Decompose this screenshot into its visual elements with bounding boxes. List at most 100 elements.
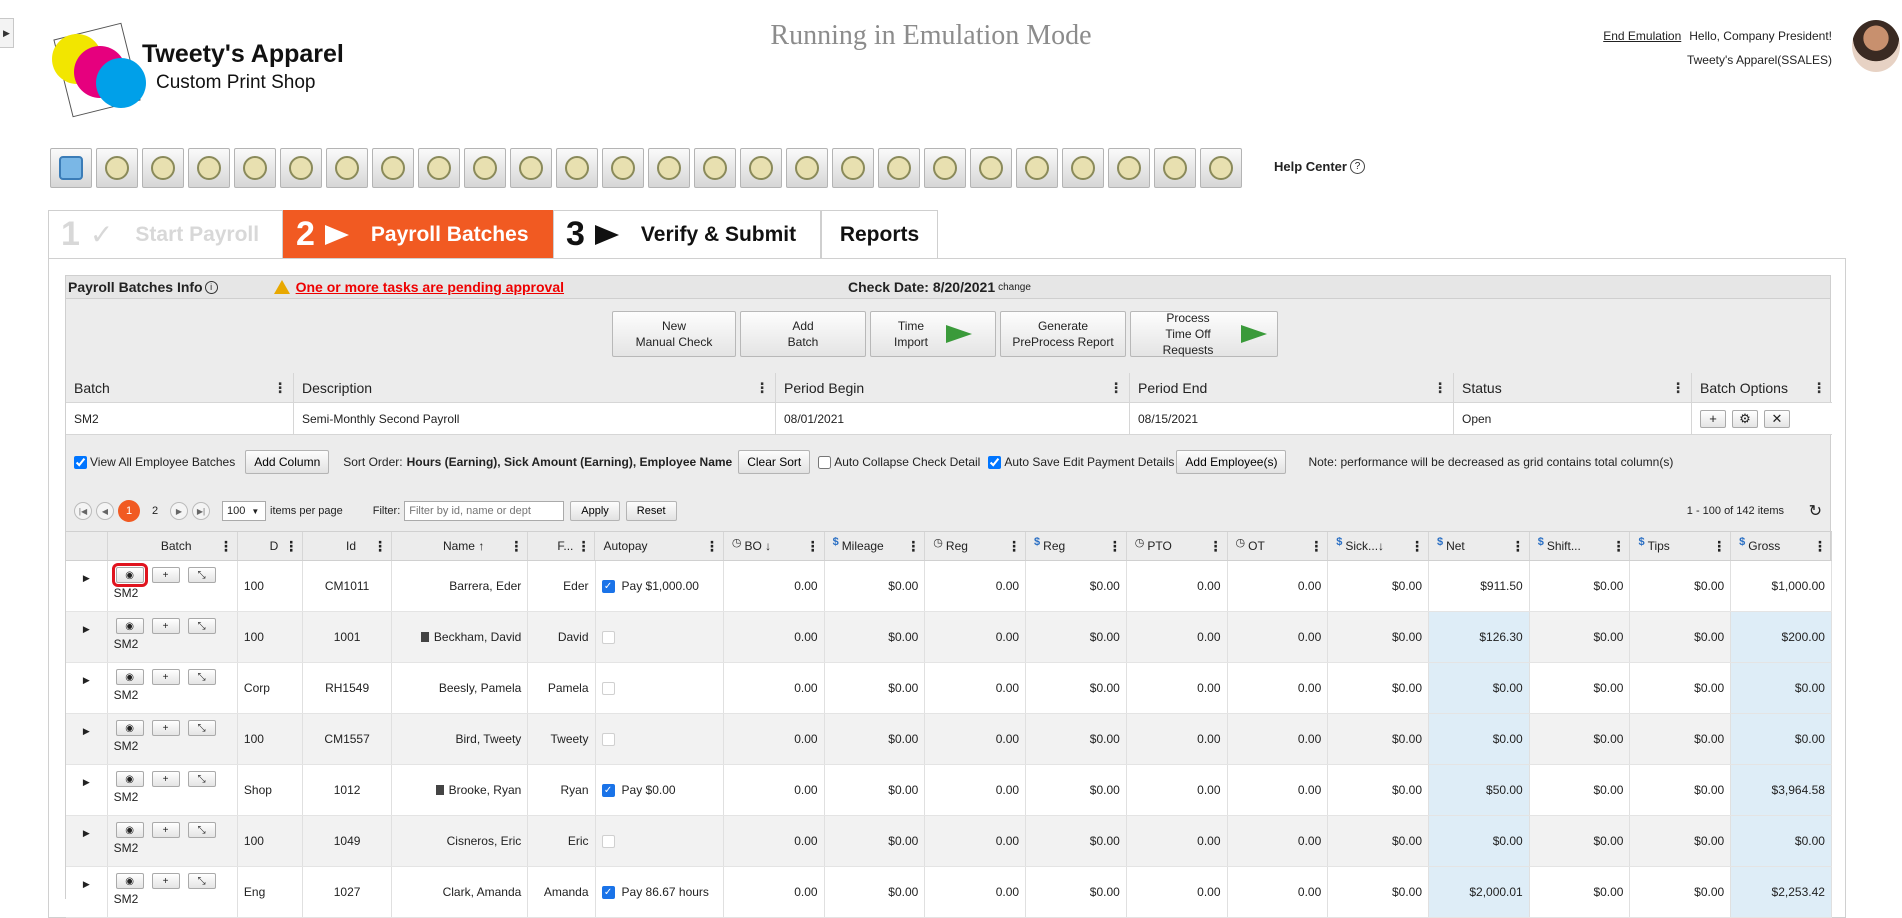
col-batch-options[interactable]: Batch Options ⋮ [1692,373,1832,402]
row-name[interactable]: Barrera, Eder [392,561,529,611]
expand-icon[interactable]: ⤡ [187,771,216,787]
plus-icon[interactable]: + [151,771,180,787]
row-mileage[interactable]: $0.00 [825,765,926,815]
last-page-icon[interactable]: ▶| [192,502,210,520]
expand-row-icon[interactable]: ▶ [66,765,108,815]
row-reg-d[interactable]: $0.00 [1026,612,1127,662]
auto-collapse-checkbox[interactable] [818,455,832,469]
column-menu-icon[interactable]: ⋮ [284,538,298,555]
col-reg-amount[interactable]: $ Reg ⋮ [1026,532,1127,560]
org-chart-icon[interactable] [326,148,368,188]
row-ot[interactable]: 0.00 [1228,816,1329,866]
col-sick[interactable]: $ Sick...↓ ⋮ [1328,532,1429,560]
view-icon[interactable]: ◉ [115,618,144,634]
col-name[interactable]: Name ↑ ⋮ [392,532,529,560]
col-pto[interactable]: ◷ PTO ⋮ [1127,532,1228,560]
column-menu-icon[interactable]: ⋮ [1007,538,1021,555]
row-gross[interactable]: $1,000.00 [1731,561,1832,611]
row-bo[interactable]: 0.00 [724,765,825,815]
row-mileage[interactable]: $0.00 [825,714,926,764]
settings-icon[interactable] [1200,148,1242,188]
row-net[interactable]: $2,000.01 [1429,867,1530,917]
row-net[interactable]: $50.00 [1429,765,1530,815]
expand-row-icon[interactable]: ▶ [66,714,108,764]
team-board-icon[interactable] [1154,148,1196,188]
add-column-button[interactable]: Add Column [245,450,330,474]
col-period-end[interactable]: Period End ⋮ [1130,373,1454,402]
row-sick[interactable]: $0.00 [1328,816,1429,866]
column-menu-icon[interactable]: ⋮ [273,379,287,396]
row-name[interactable]: Beckham, David [392,612,529,662]
page-1-button[interactable]: 1 [118,500,140,522]
col-ot[interactable]: ◷ OT ⋮ [1228,532,1329,560]
row-bo[interactable]: 0.00 [724,714,825,764]
row-pto[interactable]: 0.00 [1127,663,1228,713]
column-menu-icon[interactable]: ⋮ [1433,379,1447,396]
next-page-icon[interactable]: ▶ [170,502,188,520]
row-sick[interactable]: $0.00 [1328,561,1429,611]
row-reg-d[interactable]: $0.00 [1026,816,1127,866]
view-icon[interactable]: ◉ [115,720,144,736]
row-sick[interactable]: $0.00 [1328,612,1429,662]
view-all-batches-checkbox[interactable] [74,455,87,469]
column-menu-icon[interactable]: ⋮ [1410,538,1424,555]
auto-save-checkbox[interactable] [988,455,1002,469]
row-net[interactable]: $0.00 [1429,816,1530,866]
row-name[interactable]: Beesly, Pamela [392,663,529,713]
col-mileage[interactable]: $ Mileage ⋮ [825,532,926,560]
row-net[interactable]: $0.00 [1429,663,1530,713]
row-mileage[interactable]: $0.00 [825,561,926,611]
col-reg-hours[interactable]: ◷ Reg ⋮ [925,532,1027,560]
time-import-button[interactable]: Time Import [870,311,996,357]
row-reg-d[interactable]: $0.00 [1026,714,1127,764]
table-row[interactable]: ▶ ◉ + ⤡ SM2 100 CM1557 Bird, Tweety Tweety 0.00 $0… [66,714,1832,765]
row-mileage[interactable]: $0.00 [825,663,926,713]
expand-icon[interactable]: ⤡ [187,720,216,736]
col-batch[interactable]: Batch ⋮ [108,532,238,560]
add-batch-button[interactable]: Add Batch [740,311,866,357]
row-pto[interactable]: 0.00 [1127,612,1228,662]
generate-preprocess-report-button[interactable]: Generate PreProcess Report [1000,311,1126,357]
expand-row-icon[interactable]: ▶ [66,867,108,917]
process-time-off-button[interactable]: Process Time Off Requests [1130,311,1278,357]
autopay-checkbox[interactable]: ✓ [601,579,615,593]
view-icon[interactable]: ◉ [115,822,144,838]
hand-icon[interactable] [970,148,1012,188]
row-reg-h[interactable]: 0.00 [925,816,1027,866]
row-shift[interactable]: $0.00 [1530,714,1631,764]
row-net[interactable]: $911.50 [1429,561,1530,611]
expand-icon[interactable]: ⤡ [187,567,216,583]
table-row[interactable]: ▶ ◉ + ⤡ SM2 100 1001 Beckham, David David 0.00 $0.… [66,612,1832,663]
row-name[interactable]: Cisneros, Eric [392,816,529,866]
row-shift[interactable]: $0.00 [1530,663,1631,713]
row-reg-h[interactable]: 0.00 [925,561,1027,611]
plus-icon[interactable]: + [151,567,180,583]
row-gross[interactable]: $200.00 [1731,612,1832,662]
row-name[interactable]: Clark, Amanda [392,867,529,917]
autopay-checkbox[interactable]: ✓ [601,783,615,797]
autopay-checkbox[interactable] [601,630,615,644]
col-gross[interactable]: $ Gross ⋮ [1731,532,1832,560]
gift-icon[interactable] [1108,148,1150,188]
autopay-checkbox[interactable] [601,732,615,746]
row-net[interactable]: $0.00 [1429,714,1530,764]
crosshair-icon[interactable] [510,148,552,188]
column-menu-icon[interactable]: ⋮ [1671,379,1685,396]
column-menu-icon[interactable]: ⋮ [1813,538,1827,555]
view-icon[interactable]: ◉ [115,873,144,889]
row-bo[interactable]: 0.00 [724,816,825,866]
table-row[interactable]: ▶ ◉ + ⤡ SM2 Eng 1027 Clark, Amanda Amanda ✓ Pay 86… [66,867,1832,918]
refresh-icon[interactable]: ↻ [1809,501,1822,521]
batch-row[interactable]: SM2 Semi-Monthly Second Payroll 08/01/20… [66,403,1832,435]
autopay-checkbox[interactable]: ✓ [601,885,615,899]
view-icon[interactable]: ◉ [115,669,144,685]
row-reg-h[interactable]: 0.00 [925,612,1027,662]
col-status[interactable]: Status ⋮ [1454,373,1692,402]
crosshair-icon[interactable] [602,148,644,188]
column-menu-icon[interactable]: ⋮ [1511,538,1525,555]
row-net[interactable]: $126.30 [1429,612,1530,662]
row-ot[interactable]: 0.00 [1228,663,1329,713]
col-net[interactable]: $ Net ⋮ [1429,532,1530,560]
plus-icon[interactable]: + [151,873,180,889]
column-menu-icon[interactable]: ⋮ [1712,538,1726,555]
